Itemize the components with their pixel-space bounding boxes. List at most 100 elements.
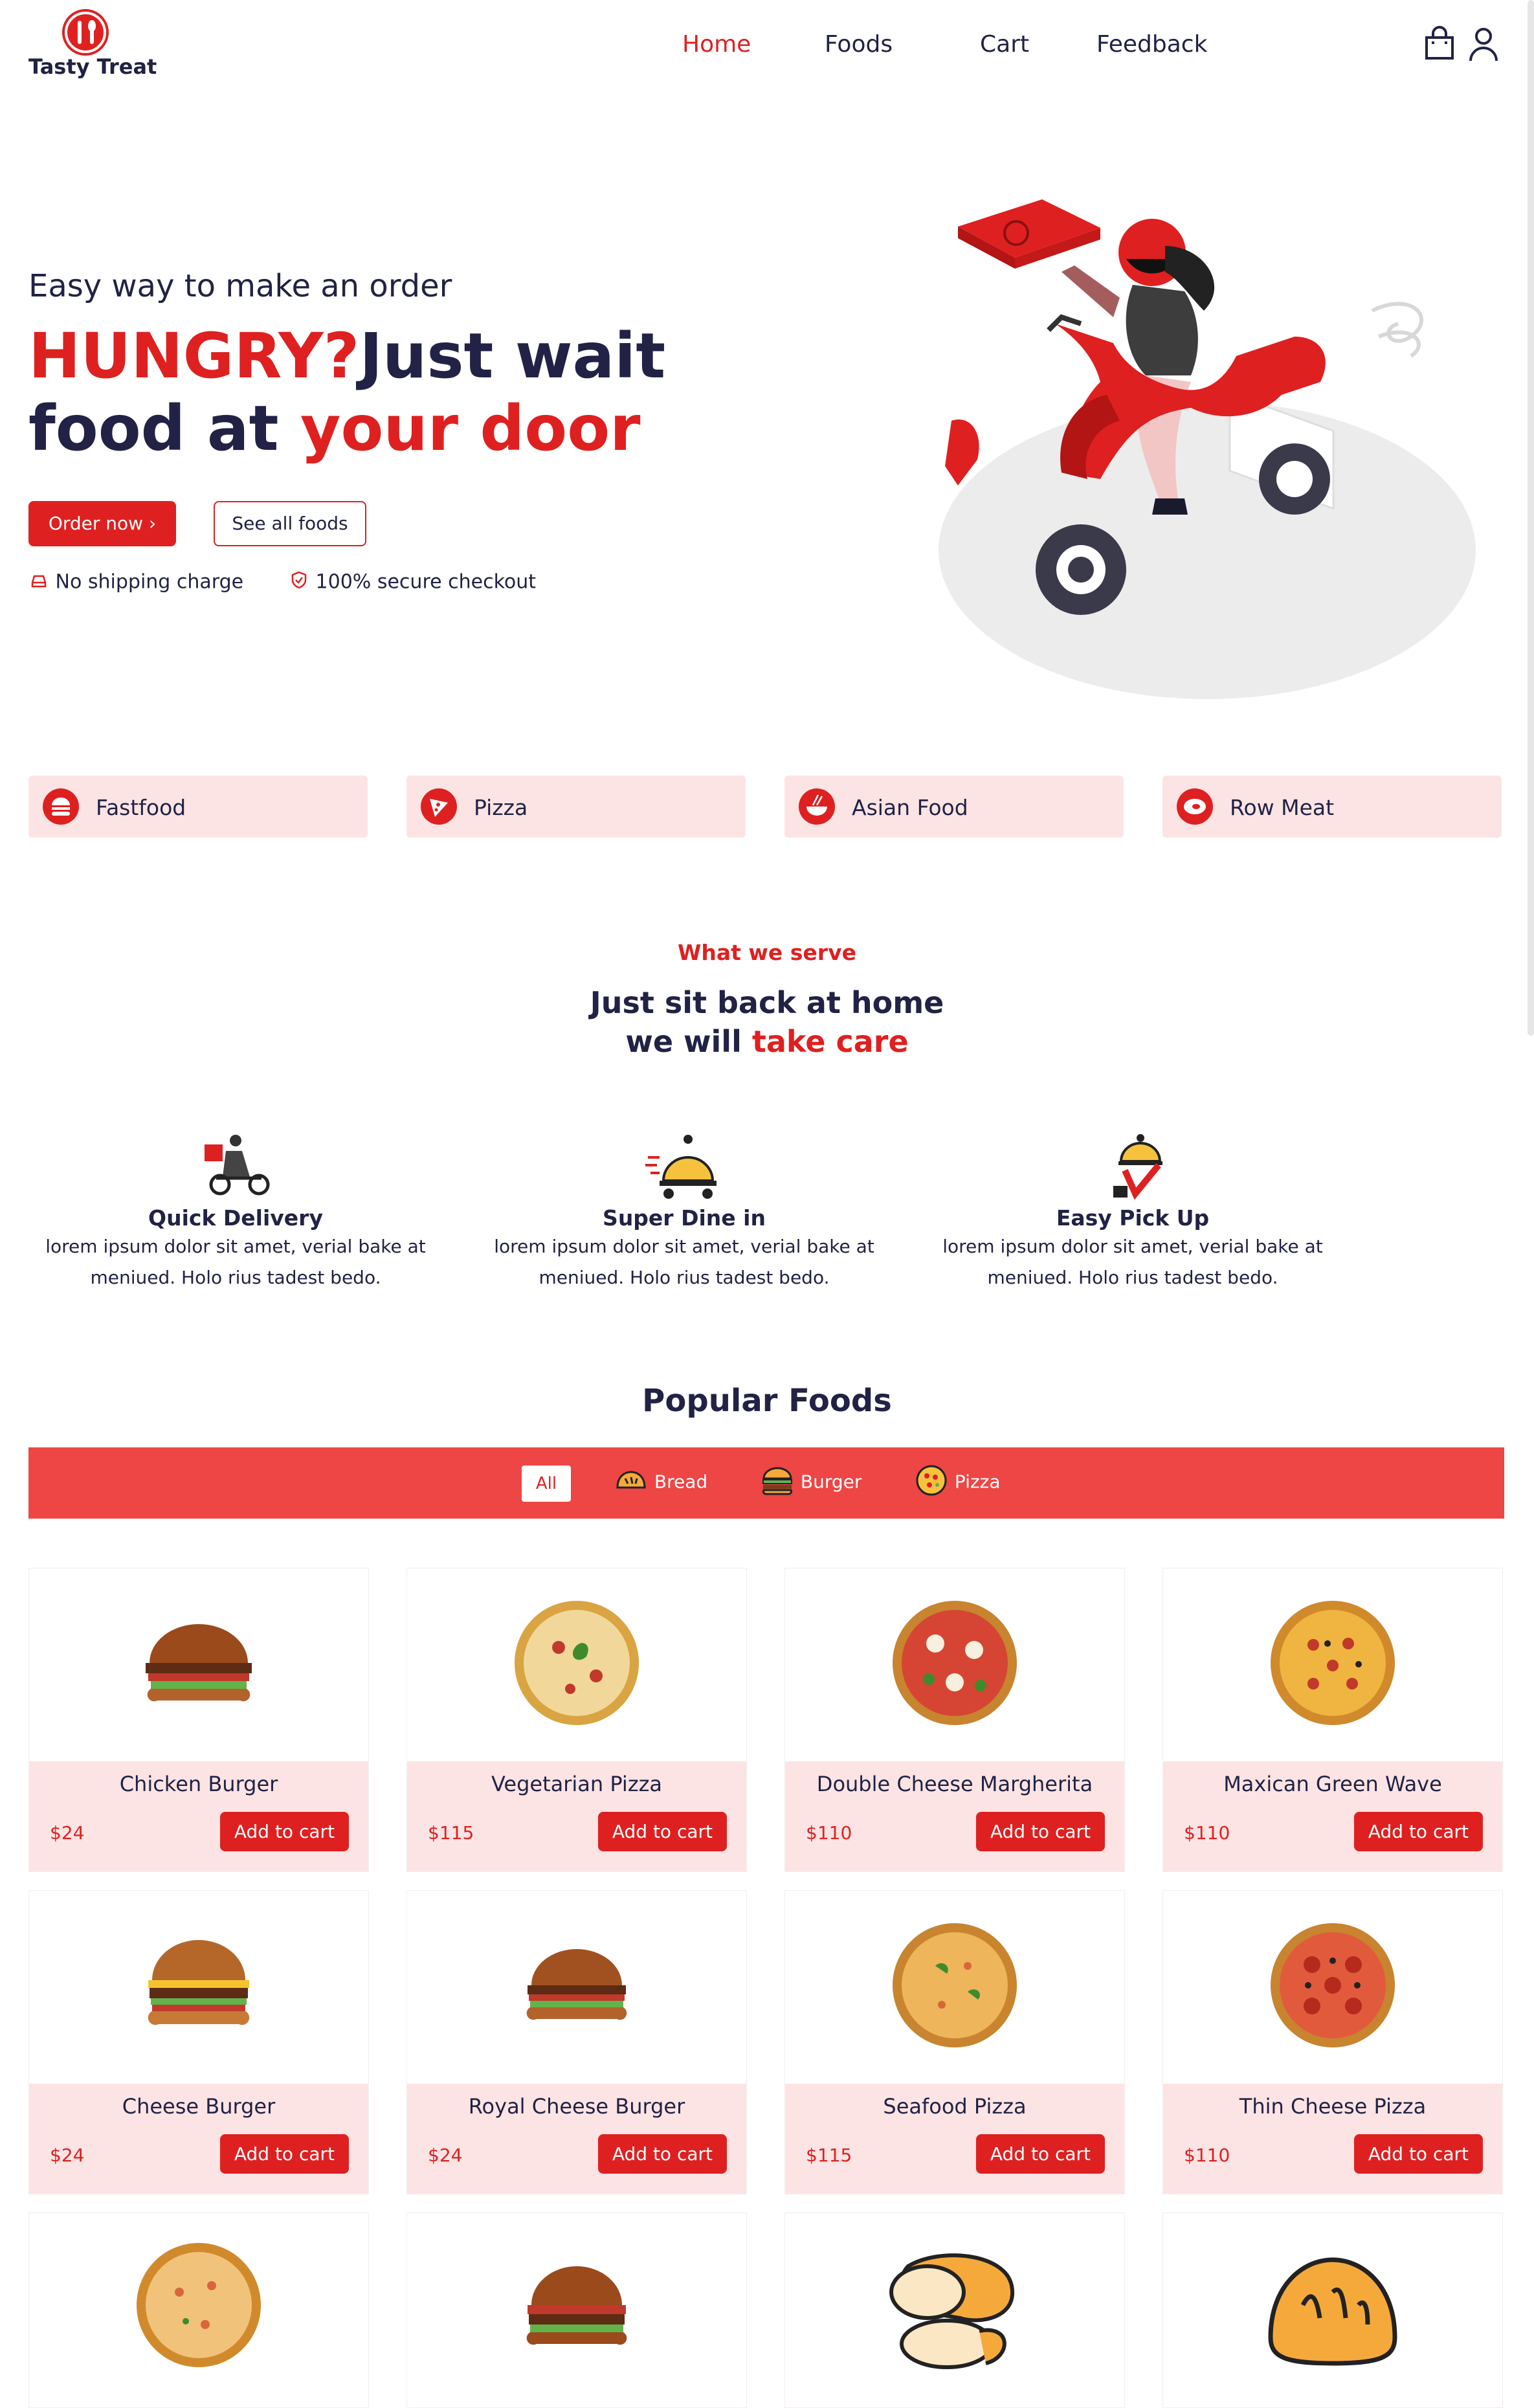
- category-row-meat[interactable]: Row Meat: [1162, 775, 1502, 838]
- category-fastfood[interactable]: Fastfood: [28, 775, 368, 838]
- burger-image: [512, 2247, 641, 2376]
- product-name: Double Cheese Margherita: [816, 1772, 1093, 1796]
- order-now-button[interactable]: Order now ›: [28, 501, 176, 546]
- burger-icon: [43, 788, 79, 825]
- shipping-note-text: No shipping charge: [55, 570, 244, 594]
- add-to-cart-button[interactable]: Add to cart: [975, 1812, 1105, 1851]
- category-pizza[interactable]: Pizza: [406, 775, 746, 838]
- bread-image: [1264, 2253, 1401, 2370]
- hero-title-hungry: HUNGRY?: [28, 320, 360, 392]
- add-to-cart-button[interactable]: Add to cart: [975, 2134, 1105, 2174]
- add-to-cart-button[interactable]: Add to cart: [597, 1812, 727, 1851]
- product-card[interactable]: [1162, 2213, 1503, 2408]
- product-info: Seafood Pizza $115 Add to cart: [785, 2084, 1124, 2194]
- product-name: Cheese Burger: [122, 2094, 276, 2119]
- product-price: $110: [1184, 2145, 1230, 2166]
- filter-bread-label: Bread: [654, 1471, 708, 1493]
- bread-image: [882, 2247, 1025, 2383]
- product-card[interactable]: Seafood Pizza $115 Add to cart: [784, 1890, 1125, 2194]
- product-price: $24: [50, 1822, 85, 1844]
- product-info: Thin Cheese Pizza $110 Add to cart: [1163, 2084, 1502, 2194]
- product-name: Maxican Green Wave: [1223, 1772, 1442, 1796]
- category-label: Fastfood: [96, 795, 186, 820]
- serve-kicker: What we serve: [678, 940, 856, 965]
- burger-image: [134, 1921, 263, 2050]
- feature-super-dine-in: Super Dine in lorem ipsum dolor sit amet…: [471, 1126, 898, 1293]
- product-card[interactable]: [28, 2213, 369, 2408]
- pizza-image: [1268, 1598, 1397, 1728]
- hero-title-food: food at: [28, 392, 300, 465]
- product-info: Chicken Burger $24 Add to cart: [29, 1761, 368, 1871]
- nav-cart[interactable]: Cart: [980, 31, 1029, 58]
- product-card[interactable]: Maxican Green Wave $110 Add to cart: [1162, 1568, 1503, 1872]
- filter-burger-button[interactable]: Burger: [760, 1463, 861, 1502]
- noodle-bowl-icon: [799, 788, 835, 825]
- feature-desc-2: meniued. Holo rius tadest bedo.: [539, 1267, 830, 1288]
- product-name: Chicken Burger: [119, 1772, 278, 1796]
- nav-feedback[interactable]: Feedback: [1096, 31, 1207, 58]
- product-card[interactable]: Double Cheese Margherita $110 Add to car…: [784, 1568, 1125, 1872]
- pizza-image: [1268, 1921, 1397, 2050]
- feature-desc-1: lorem ipsum dolor sit amet, verial bake …: [942, 1236, 1323, 1257]
- product-info: Double Cheese Margherita $110 Add to car…: [785, 1761, 1124, 1871]
- product-card[interactable]: Vegetarian Pizza $115 Add to cart: [406, 1568, 747, 1872]
- see-all-foods-button[interactable]: See all foods: [214, 501, 366, 546]
- add-to-cart-button[interactable]: Add to cart: [1353, 2134, 1483, 2174]
- product-price: $115: [806, 2145, 852, 2166]
- order-now-label: Order now: [48, 513, 144, 534]
- pickup-check-icon: [1094, 1132, 1172, 1203]
- product-info: Cheese Burger $24 Add to cart: [29, 2084, 368, 2194]
- food-cloche-icon: [645, 1132, 723, 1203]
- feature-title: Easy Pick Up: [1056, 1205, 1210, 1231]
- add-to-cart-button[interactable]: Add to cart: [1353, 1812, 1483, 1851]
- delivery-scooter-illustration: [932, 188, 1489, 706]
- category-label: Pizza: [474, 795, 528, 820]
- bread-icon: [614, 1463, 649, 1502]
- category-label: Row Meat: [1230, 795, 1335, 820]
- secure-note: 100% secure checkout: [289, 570, 536, 596]
- serve-title-we-will: we will: [625, 1024, 752, 1059]
- product-price: $110: [806, 1822, 852, 1844]
- feature-easy-pick-up: Easy Pick Up lorem ipsum dolor sit amet,…: [919, 1126, 1346, 1293]
- pizza-image: [890, 1598, 1019, 1728]
- add-to-cart-button[interactable]: Add to cart: [219, 2134, 349, 2174]
- product-info: Maxican Green Wave $110 Add to cart: [1163, 1761, 1502, 1871]
- nav-home[interactable]: Home: [682, 31, 751, 58]
- filter-pizza-button[interactable]: Pizza: [914, 1463, 1001, 1502]
- hero-title-wait: Just wait: [359, 320, 666, 392]
- product-price: $110: [1184, 1822, 1230, 1844]
- pizza-image: [890, 1921, 1019, 2050]
- category-asian-food[interactable]: Asian Food: [784, 775, 1124, 838]
- add-to-cart-button[interactable]: Add to cart: [219, 1812, 349, 1851]
- filter-all-button[interactable]: All: [522, 1466, 571, 1502]
- feature-title: Super Dine in: [603, 1205, 766, 1231]
- product-card[interactable]: Thin Cheese Pizza $110 Add to cart: [1162, 1890, 1503, 2194]
- product-name: Thin Cheese Pizza: [1239, 2094, 1427, 2119]
- shopping-bag-icon[interactable]: [1421, 26, 1458, 62]
- car-icon: [28, 570, 49, 596]
- user-icon[interactable]: [1465, 26, 1502, 62]
- product-price: $115: [428, 1822, 474, 1844]
- product-card[interactable]: [406, 2213, 747, 2408]
- feature-desc-1: lorem ipsum dolor sit amet, verial bake …: [494, 1236, 874, 1257]
- filter-pizza-label: Pizza: [954, 1471, 1001, 1493]
- page-scrollbar[interactable]: [1528, 0, 1534, 1036]
- logo-icon[interactable]: [62, 9, 109, 56]
- product-name: Royal Cheese Burger: [468, 2094, 685, 2119]
- filter-bread-button[interactable]: Bread: [614, 1463, 707, 1502]
- shipping-note: No shipping charge: [28, 570, 243, 596]
- filter-burger-label: Burger: [800, 1471, 862, 1493]
- serve-title-line1: Just sit back at home: [590, 985, 944, 1020]
- burger-image: [512, 1921, 641, 2050]
- category-label: Asian Food: [852, 795, 968, 820]
- pizza-image: [512, 1598, 641, 1728]
- product-card[interactable]: Cheese Burger $24 Add to cart: [28, 1890, 369, 2194]
- popular-foods-title: Popular Foods: [642, 1383, 892, 1419]
- add-to-cart-button[interactable]: Add to cart: [597, 2134, 727, 2174]
- hero-subtitle: Easy way to make an order: [28, 268, 452, 304]
- product-card[interactable]: [784, 2213, 1125, 2408]
- nav-foods[interactable]: Foods: [825, 31, 893, 58]
- product-card[interactable]: Chicken Burger $24 Add to cart: [28, 1568, 369, 1872]
- product-card[interactable]: Royal Cheese Burger $24 Add to cart: [406, 1890, 747, 2194]
- burger-icon: [760, 1463, 795, 1502]
